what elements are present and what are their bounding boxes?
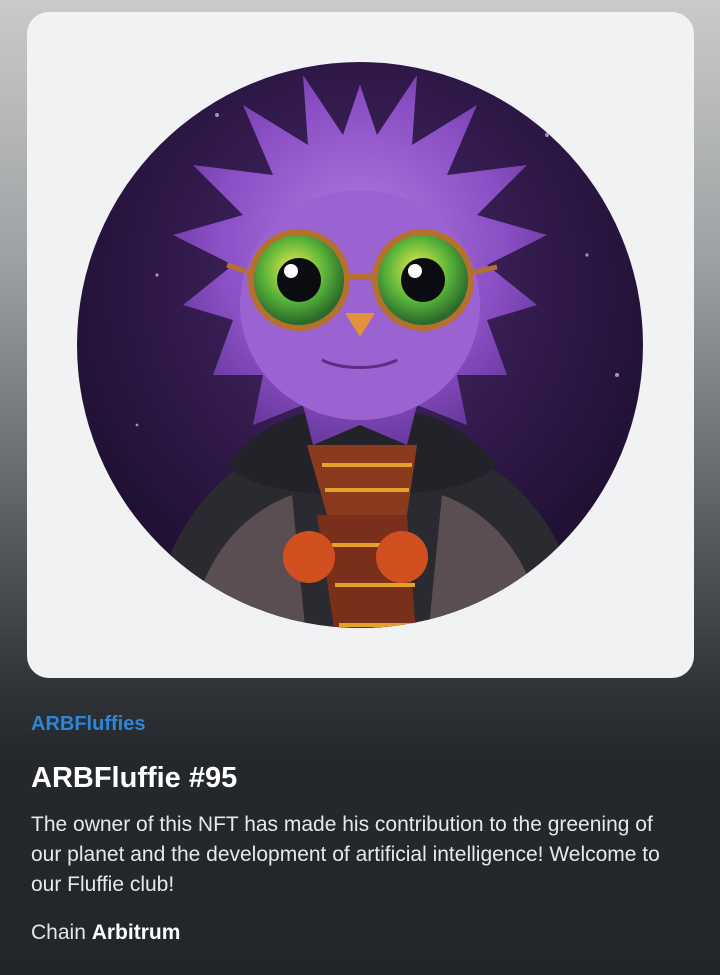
chain-value: Arbitrum (91, 921, 181, 944)
nft-title: ARBFluffie #95 (31, 762, 238, 794)
nft-description: The owner of this NFT has made his contr… (31, 813, 660, 896)
nft-artwork[interactable] (77, 45, 643, 647)
nft-image-card[interactable] (27, 12, 694, 678)
chain-info: Chain Arbitrum (31, 918, 681, 948)
chain-label: Chain (31, 921, 86, 944)
nft-details: ARBFluffies ARBFluffie #95 The owner of … (31, 706, 681, 948)
collection-link[interactable]: ARBFluffies (31, 706, 681, 742)
